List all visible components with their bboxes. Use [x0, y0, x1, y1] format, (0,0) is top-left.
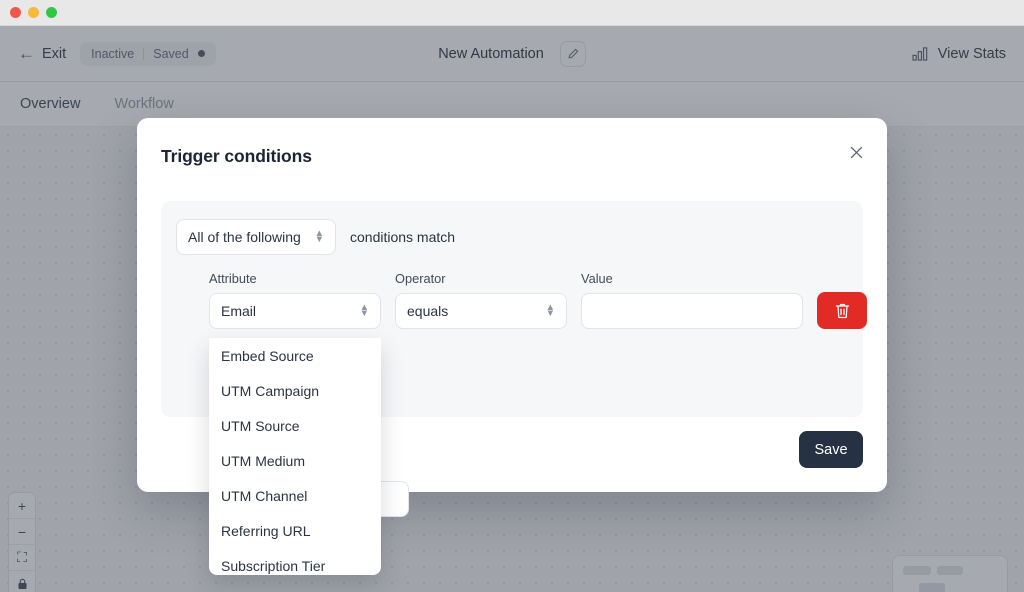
operator-column-label: Operator [395, 271, 567, 286]
window-close-button[interactable] [10, 7, 21, 18]
attribute-dropdown-menu[interactable]: Embed Source UTM Campaign UTM Source UTM… [209, 338, 381, 575]
attribute-field-group: Attribute Email ▲▼ [209, 271, 381, 329]
chevron-updown-icon: ▲▼ [315, 231, 324, 243]
match-mode-row: All of the following ▲▼ conditions match [176, 219, 455, 255]
dropdown-option-utm-medium[interactable]: UTM Medium [209, 443, 381, 478]
dropdown-option-subscription-tier[interactable]: Subscription Tier [209, 548, 381, 575]
attribute-select[interactable]: Email ▲▼ [209, 293, 381, 329]
operator-field-group: Operator equals ▲▼ [395, 271, 567, 329]
window-titlebar [0, 0, 1024, 26]
match-suffix-label: conditions match [350, 229, 455, 245]
value-input[interactable] [581, 293, 803, 329]
modal-title: Trigger conditions [161, 146, 312, 167]
trash-icon [834, 302, 851, 320]
value-field-group: Value [581, 271, 803, 329]
match-mode-value: All of the following [188, 229, 301, 245]
close-icon [849, 145, 864, 160]
save-button[interactable]: Save [799, 431, 863, 468]
operator-select[interactable]: equals ▲▼ [395, 293, 567, 329]
chevron-updown-icon: ▲▼ [546, 305, 555, 317]
delete-condition-button[interactable] [817, 292, 867, 329]
condition-row: Attribute Email ▲▼ Operator equals ▲▼ Va… [209, 271, 867, 329]
chevron-updown-icon: ▲▼ [360, 305, 369, 317]
attribute-column-label: Attribute [209, 271, 381, 286]
operator-select-value: equals [407, 303, 448, 319]
match-mode-select[interactable]: All of the following ▲▼ [176, 219, 336, 255]
window-minimize-button[interactable] [28, 7, 39, 18]
dropdown-option-utm-source[interactable]: UTM Source [209, 408, 381, 443]
app-window: ← Exit Inactive Saved New Automation [0, 0, 1024, 592]
dropdown-option-referring-url[interactable]: Referring URL [209, 513, 381, 548]
value-column-label: Value [581, 271, 803, 286]
dropdown-option-utm-campaign[interactable]: UTM Campaign [209, 373, 381, 408]
dropdown-option-embed-source[interactable]: Embed Source [209, 338, 381, 373]
window-maximize-button[interactable] [46, 7, 57, 18]
modal-close-button[interactable] [845, 141, 867, 163]
dropdown-option-utm-channel[interactable]: UTM Channel [209, 478, 381, 513]
attribute-select-value: Email [221, 303, 256, 319]
